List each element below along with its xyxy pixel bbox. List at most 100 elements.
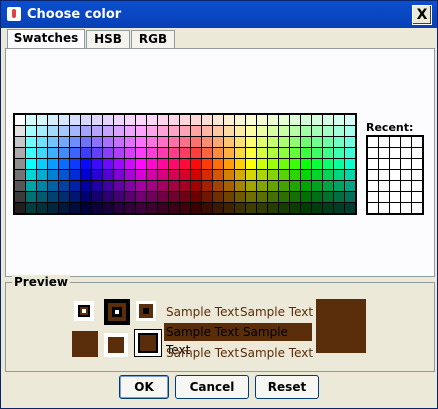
swatch-cell[interactable] xyxy=(345,170,355,180)
swatch-cell[interactable] xyxy=(103,126,113,136)
swatch-cell[interactable] xyxy=(345,137,355,147)
swatch-cell[interactable] xyxy=(279,170,289,180)
swatch-cell[interactable] xyxy=(246,148,256,158)
recent-swatch-cell[interactable] xyxy=(412,170,422,180)
swatch-cell[interactable] xyxy=(15,115,25,125)
swatch-cell[interactable] xyxy=(92,192,102,202)
recent-swatch-cell[interactable] xyxy=(401,159,411,169)
swatch-cell[interactable] xyxy=(48,159,58,169)
cancel-button[interactable]: Cancel xyxy=(175,375,249,399)
swatch-cell[interactable] xyxy=(70,137,80,147)
swatch-cell[interactable] xyxy=(70,115,80,125)
swatch-cell[interactable] xyxy=(125,159,135,169)
swatch-cell[interactable] xyxy=(334,126,344,136)
swatch-cell[interactable] xyxy=(26,148,36,158)
swatch-cell[interactable] xyxy=(191,126,201,136)
swatch-cell[interactable] xyxy=(125,203,135,213)
swatch-cell[interactable] xyxy=(147,170,157,180)
swatch-cell[interactable] xyxy=(224,170,234,180)
swatch-cell[interactable] xyxy=(268,159,278,169)
swatch-grid[interactable] xyxy=(13,113,357,215)
recent-swatch-cell[interactable] xyxy=(390,181,400,191)
swatch-cell[interactable] xyxy=(169,148,179,158)
swatch-cell[interactable] xyxy=(103,203,113,213)
swatch-cell[interactable] xyxy=(257,181,267,191)
swatch-cell[interactable] xyxy=(191,115,201,125)
swatch-cell[interactable] xyxy=(37,159,47,169)
swatch-cell[interactable] xyxy=(70,126,80,136)
swatch-cell[interactable] xyxy=(37,126,47,136)
swatch-cell[interactable] xyxy=(257,192,267,202)
recent-swatch-cell[interactable] xyxy=(379,192,389,202)
swatch-cell[interactable] xyxy=(290,115,300,125)
recent-swatch-cell[interactable] xyxy=(390,159,400,169)
swatch-cell[interactable] xyxy=(224,181,234,191)
swatch-cell[interactable] xyxy=(213,181,223,191)
swatch-cell[interactable] xyxy=(213,159,223,169)
recent-swatch-cell[interactable] xyxy=(401,170,411,180)
swatch-cell[interactable] xyxy=(246,181,256,191)
swatch-cell[interactable] xyxy=(37,170,47,180)
swatch-cell[interactable] xyxy=(48,148,58,158)
swatch-cell[interactable] xyxy=(301,181,311,191)
swatch-cell[interactable] xyxy=(334,170,344,180)
swatch-cell[interactable] xyxy=(15,181,25,191)
swatch-cell[interactable] xyxy=(125,170,135,180)
swatch-cell[interactable] xyxy=(103,159,113,169)
swatch-cell[interactable] xyxy=(103,137,113,147)
swatch-cell[interactable] xyxy=(37,203,47,213)
swatch-cell[interactable] xyxy=(147,148,157,158)
swatch-cell[interactable] xyxy=(257,115,267,125)
swatch-cell[interactable] xyxy=(114,181,124,191)
swatch-cell[interactable] xyxy=(147,115,157,125)
swatch-cell[interactable] xyxy=(202,192,212,202)
swatch-cell[interactable] xyxy=(48,192,58,202)
swatch-cell[interactable] xyxy=(213,192,223,202)
swatch-cell[interactable] xyxy=(235,148,245,158)
swatch-cell[interactable] xyxy=(158,170,168,180)
swatch-cell[interactable] xyxy=(301,192,311,202)
swatch-cell[interactable] xyxy=(279,159,289,169)
recent-swatch-cell[interactable] xyxy=(368,203,378,213)
swatch-cell[interactable] xyxy=(48,181,58,191)
swatch-cell[interactable] xyxy=(202,115,212,125)
swatch-cell[interactable] xyxy=(191,137,201,147)
swatch-cell[interactable] xyxy=(103,170,113,180)
swatch-cell[interactable] xyxy=(323,192,333,202)
swatch-cell[interactable] xyxy=(235,203,245,213)
swatch-cell[interactable] xyxy=(169,137,179,147)
swatch-cell[interactable] xyxy=(246,137,256,147)
swatch-cell[interactable] xyxy=(103,192,113,202)
swatch-cell[interactable] xyxy=(48,126,58,136)
swatch-cell[interactable] xyxy=(114,126,124,136)
swatch-cell[interactable] xyxy=(235,115,245,125)
swatch-cell[interactable] xyxy=(169,203,179,213)
swatch-cell[interactable] xyxy=(257,170,267,180)
swatch-cell[interactable] xyxy=(312,126,322,136)
swatch-cell[interactable] xyxy=(312,137,322,147)
swatch-cell[interactable] xyxy=(235,137,245,147)
swatch-cell[interactable] xyxy=(301,159,311,169)
swatch-cell[interactable] xyxy=(279,148,289,158)
ok-button[interactable]: OK xyxy=(119,375,169,399)
tab-swatches[interactable]: Swatches xyxy=(7,29,85,49)
swatch-cell[interactable] xyxy=(312,148,322,158)
swatch-cell[interactable] xyxy=(224,137,234,147)
swatch-cell[interactable] xyxy=(48,170,58,180)
swatch-cell[interactable] xyxy=(125,181,135,191)
swatch-cell[interactable] xyxy=(213,137,223,147)
swatch-cell[interactable] xyxy=(213,203,223,213)
swatch-cell[interactable] xyxy=(59,126,69,136)
recent-swatch-cell[interactable] xyxy=(401,148,411,158)
swatch-cell[interactable] xyxy=(180,115,190,125)
swatch-cell[interactable] xyxy=(169,126,179,136)
swatch-cell[interactable] xyxy=(114,192,124,202)
swatch-cell[interactable] xyxy=(224,192,234,202)
recent-swatch-cell[interactable] xyxy=(379,148,389,158)
swatch-cell[interactable] xyxy=(92,159,102,169)
tab-rgb[interactable]: RGB xyxy=(131,30,175,48)
swatch-cell[interactable] xyxy=(290,159,300,169)
swatch-cell[interactable] xyxy=(81,115,91,125)
swatch-cell[interactable] xyxy=(103,115,113,125)
swatch-cell[interactable] xyxy=(268,181,278,191)
